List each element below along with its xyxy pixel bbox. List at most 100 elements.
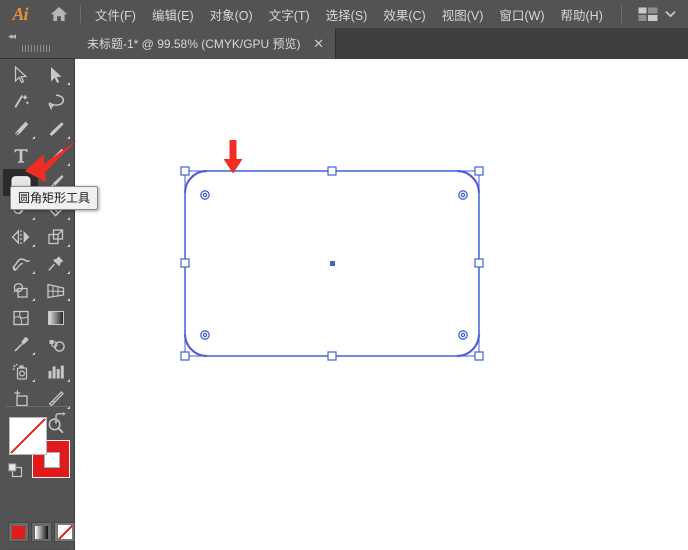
tool-flyout-corner xyxy=(67,82,70,85)
handle-bottom-left xyxy=(180,351,190,361)
blend-tool[interactable] xyxy=(38,331,73,358)
tool-row xyxy=(3,88,73,115)
selection-tool[interactable] xyxy=(3,61,38,88)
tool-grid xyxy=(3,61,73,439)
blend-icon xyxy=(49,339,65,352)
menu-item-file[interactable]: 文件(F) xyxy=(87,0,144,28)
tool-row xyxy=(3,304,73,331)
shape-builder-tool[interactable] xyxy=(3,277,38,304)
type-tool[interactable] xyxy=(3,142,38,169)
tool-row xyxy=(3,115,73,142)
chevron-down-icon xyxy=(665,11,676,18)
tool-flyout-corner xyxy=(32,217,35,220)
direct-selection-tool[interactable] xyxy=(38,61,73,88)
tool-flyout-corner xyxy=(67,379,70,382)
drag-grip-handle[interactable] xyxy=(22,45,52,52)
reflect-icon xyxy=(11,228,29,245)
app-logo: Ai xyxy=(12,3,28,24)
tools-panel xyxy=(0,59,75,550)
menu-item-view[interactable]: 视图(V) xyxy=(434,0,492,28)
tool-flyout-corner xyxy=(67,217,70,220)
handle-top-center xyxy=(327,166,337,176)
workspace-layout-icon xyxy=(638,7,658,21)
close-icon[interactable]: ✕ xyxy=(313,37,325,50)
panel-collapse-area[interactable]: ◂◂ xyxy=(0,28,75,59)
corner-widget-bottom-right xyxy=(458,330,468,340)
document-tab[interactable]: 未标题-1* @ 99.58% (CMYK/GPU 预览) ✕ xyxy=(75,28,336,59)
menu-item-help[interactable]: 帮助(H) xyxy=(553,0,611,28)
handle-middle-right xyxy=(474,258,484,268)
scale-tool[interactable] xyxy=(38,223,73,250)
menu-item-window[interactable]: 窗口(W) xyxy=(491,0,552,28)
gradient-tool[interactable] xyxy=(38,304,73,331)
menu-item-type[interactable]: 文字(T) xyxy=(261,0,318,28)
menu-item-effect[interactable]: 效果(C) xyxy=(375,0,433,28)
pen-tool[interactable] xyxy=(3,115,38,142)
color-button[interactable] xyxy=(8,522,29,542)
free-transform-tool[interactable] xyxy=(38,250,73,277)
tool-flyout-corner xyxy=(32,298,35,301)
double-chevron-left-icon[interactable]: ◂◂ xyxy=(8,32,16,41)
eyedropper-tool[interactable] xyxy=(3,331,38,358)
magic-wand-tool[interactable] xyxy=(3,88,38,115)
mesh-tool[interactable] xyxy=(3,304,38,331)
shape-builder-icon xyxy=(13,282,28,298)
fill-swatch[interactable] xyxy=(9,417,47,455)
default-fill-stroke-icon[interactable] xyxy=(8,463,23,478)
width-warp-icon xyxy=(11,257,30,271)
menu-item-select[interactable]: 选择(S) xyxy=(318,0,376,28)
fill-mode-buttons xyxy=(8,522,75,542)
tool-flyout-corner xyxy=(67,271,70,274)
tool-flyout-corner xyxy=(67,298,70,301)
gradient-button[interactable] xyxy=(31,522,52,542)
tool-row xyxy=(3,277,73,304)
scale-icon xyxy=(47,228,63,244)
line-segment-icon xyxy=(48,148,63,163)
home-icon[interactable] xyxy=(40,0,78,28)
curvature-tool[interactable] xyxy=(38,115,73,142)
type-T-icon xyxy=(14,148,27,163)
none-button[interactable] xyxy=(54,522,75,542)
artboard-canvas[interactable] xyxy=(75,59,688,550)
shape-center-point xyxy=(330,261,335,266)
magic-wand-icon xyxy=(14,94,29,108)
illustrator-window: Ai 文件(F) 编辑(E) 对象(O) 文字(T) 选择(S) 效果(C) 视… xyxy=(0,0,688,550)
perspective-grid-tool[interactable] xyxy=(38,277,73,304)
eyedropper-icon xyxy=(13,336,28,352)
menu-divider xyxy=(80,5,81,23)
handle-bottom-right xyxy=(474,351,484,361)
line-segment-tool[interactable] xyxy=(38,142,73,169)
column-graph-tool[interactable] xyxy=(38,358,73,385)
symbol-sprayer-tool[interactable] xyxy=(3,358,38,385)
gradient-bar-icon xyxy=(47,310,64,325)
menu-item-edit[interactable]: 编辑(E) xyxy=(144,0,202,28)
swap-fill-stroke-icon[interactable] xyxy=(52,411,68,427)
arrow-pointer-white-icon xyxy=(50,66,61,83)
symbol-sprayer-icon xyxy=(12,363,27,380)
artboard-icon xyxy=(13,389,28,406)
pen-nib-icon xyxy=(14,121,28,136)
pushpin-icon xyxy=(47,255,63,271)
workspace-divider xyxy=(620,5,622,23)
handle-bottom-center xyxy=(327,351,337,361)
tool-flyout-corner xyxy=(32,271,35,274)
lasso-tool[interactable] xyxy=(38,88,73,115)
tool-row xyxy=(3,142,73,169)
bar-chart-icon xyxy=(48,365,64,378)
handle-middle-left xyxy=(180,258,190,268)
artwork-layer xyxy=(180,166,484,361)
corner-widget-top-right xyxy=(458,190,468,200)
corner-widget-top-left xyxy=(200,190,210,200)
tool-row xyxy=(3,331,73,358)
lasso-icon xyxy=(48,93,64,110)
menu-item-object[interactable]: 对象(O) xyxy=(202,0,261,28)
tool-flyout-corner xyxy=(67,136,70,139)
tab-strip: ◂◂ 未标题-1* @ 99.58% (CMYK/GPU 预览) ✕ xyxy=(0,28,688,59)
color-controls xyxy=(0,406,75,550)
width-tool[interactable] xyxy=(3,250,38,277)
color-zone-divider xyxy=(6,406,69,407)
workspace-switcher[interactable] xyxy=(632,0,682,28)
reflect-rotate-tool[interactable] xyxy=(3,223,38,250)
tool-flyout-corner xyxy=(32,379,35,382)
menu-item-list: 文件(F) 编辑(E) 对象(O) 文字(T) 选择(S) 效果(C) 视图(V… xyxy=(87,0,611,28)
